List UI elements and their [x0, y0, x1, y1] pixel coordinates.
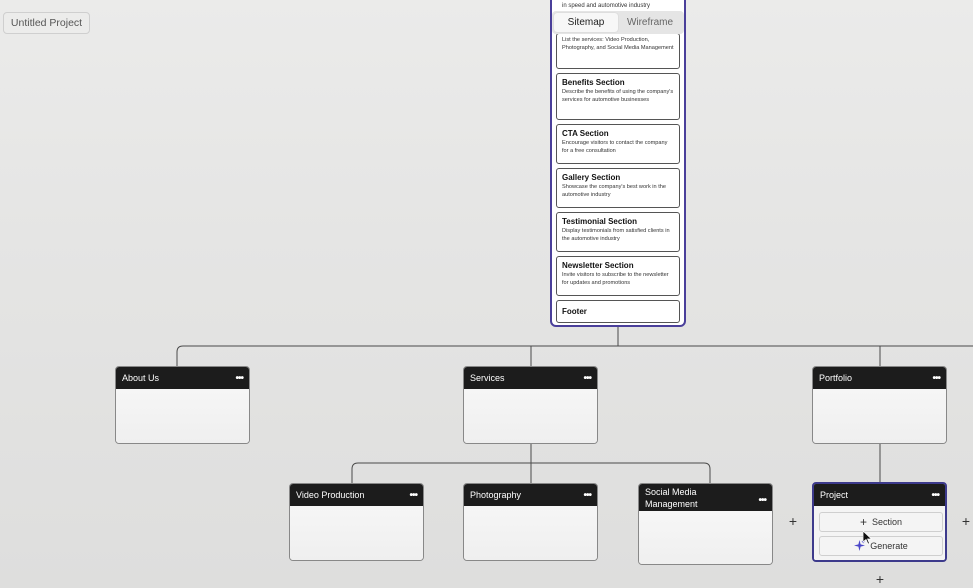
generate-button[interactable]: Generate: [819, 536, 943, 556]
more-options-icon[interactable]: •••: [932, 373, 940, 384]
section-title: Benefits Section: [562, 78, 625, 87]
page-title: Project: [820, 490, 849, 500]
section-footer[interactable]: Footer: [556, 300, 680, 323]
more-options-icon[interactable]: •••: [409, 490, 417, 501]
more-options-icon[interactable]: •••: [758, 495, 766, 506]
home-page-card[interactable]: in speed and automotive industry List th…: [550, 0, 686, 327]
section-title: Testimonial Section: [562, 217, 637, 226]
section-title: Gallery Section: [562, 173, 621, 182]
section-desc-top: in speed and automotive industry: [562, 3, 651, 9]
section-desc: List the services: Video Production, Pho…: [562, 37, 674, 51]
section-desc: Display testimonials from satisfied clie…: [562, 228, 670, 242]
section-cta[interactable]: CTA Section Encourage visitors to contac…: [556, 124, 680, 164]
page-node-photography[interactable]: Photography •••: [463, 483, 598, 561]
plus-icon: +: [859, 515, 867, 529]
view-toggle: Sitemap Wireframe: [552, 11, 684, 34]
section-gallery[interactable]: Gallery Section Showcase the company's b…: [556, 168, 680, 208]
add-section-button[interactable]: + Section: [819, 512, 943, 532]
page-node-social-media-management[interactable]: Social Media Management •••: [638, 483, 773, 565]
section-title: Footer: [562, 307, 587, 316]
page-node-portfolio[interactable]: Portfolio •••: [812, 366, 947, 444]
section-services-list[interactable]: List the services: Video Production, Pho…: [556, 33, 680, 69]
page-node-video-production[interactable]: Video Production •••: [289, 483, 424, 561]
more-options-icon[interactable]: •••: [235, 373, 243, 384]
page-title: About Us: [122, 373, 160, 383]
page-title: Portfolio: [819, 373, 853, 383]
section-testimonial[interactable]: Testimonial Section Display testimonials…: [556, 212, 680, 252]
page-node-project[interactable]: Project ••• + Section Generate: [812, 482, 947, 562]
section-newsletter[interactable]: Newsletter Section Invite visitors to su…: [556, 256, 680, 296]
section-desc: Invite visitors to subscribe to the news…: [562, 272, 669, 286]
more-options-icon[interactable]: •••: [931, 490, 939, 501]
page-title: Social Media Management: [645, 486, 698, 509]
section-desc: Describe the benefits of using the compa…: [562, 89, 674, 103]
add-section-label: Section: [871, 517, 903, 527]
plus-icon[interactable]: +: [959, 513, 973, 529]
section-desc: Encourage visitors to contact the compan…: [562, 140, 668, 154]
page-title: Photography: [470, 490, 522, 500]
tab-wireframe[interactable]: Wireframe: [618, 13, 682, 32]
page-node-services[interactable]: Services •••: [463, 366, 598, 444]
generate-label: Generate: [870, 541, 908, 551]
section-title: CTA Section: [562, 129, 609, 138]
plus-icon[interactable]: +: [873, 571, 887, 587]
tab-sitemap[interactable]: Sitemap: [554, 13, 618, 32]
more-options-icon[interactable]: •••: [583, 490, 591, 501]
page-title: Services: [470, 373, 505, 383]
section-desc: Showcase the company's best work in the …: [562, 184, 666, 198]
page-node-about-us[interactable]: About Us •••: [115, 366, 250, 444]
section-title: Newsletter Section: [562, 261, 634, 270]
more-options-icon[interactable]: •••: [583, 373, 591, 384]
page-title: Video Production: [296, 490, 365, 500]
section-benefits[interactable]: Benefits Section Describe the benefits o…: [556, 73, 680, 120]
plus-icon[interactable]: +: [786, 513, 800, 529]
